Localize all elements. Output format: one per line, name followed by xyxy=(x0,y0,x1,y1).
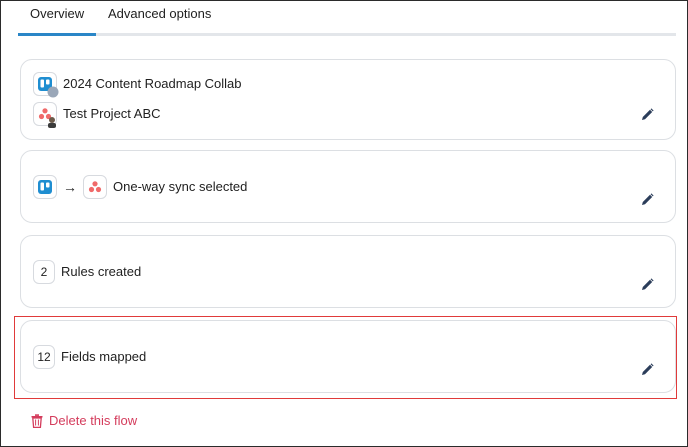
rules-row: 2 Rules created xyxy=(33,260,141,284)
pencil-icon xyxy=(641,192,654,205)
edit-sync-button[interactable] xyxy=(639,191,655,207)
trello-icon xyxy=(33,72,59,98)
pencil-icon xyxy=(641,107,654,120)
asana-icon xyxy=(83,175,107,199)
fields-card-highlight xyxy=(14,316,677,399)
source-project-row: 2024 Content Roadmap Collab xyxy=(33,72,242,98)
rules-label: Rules created xyxy=(61,264,142,279)
target-project-row: Test Project ABC xyxy=(33,102,161,128)
sync-card: → One-way sync selected xyxy=(20,150,676,223)
pencil-icon xyxy=(641,277,654,290)
projects-card: 2024 Content Roadmap Collab Test Project… xyxy=(20,59,676,140)
sync-row: → One-way sync selected xyxy=(33,175,247,199)
delete-flow-button[interactable]: Delete this flow xyxy=(31,413,137,428)
source-project-name: 2024 Content Roadmap Collab xyxy=(63,76,242,91)
arrow-right-icon: → xyxy=(63,179,77,195)
sync-direction-label: One-way sync selected xyxy=(113,179,248,194)
rules-count: 2 xyxy=(33,260,55,284)
trash-icon xyxy=(31,413,43,428)
active-tab-indicator xyxy=(18,33,96,36)
edit-rules-button[interactable] xyxy=(639,276,655,292)
avatar xyxy=(48,117,56,128)
edit-projects-button[interactable] xyxy=(639,106,655,122)
rules-card: 2 Rules created xyxy=(20,235,676,308)
tab-advanced-options[interactable]: Advanced options xyxy=(108,6,211,22)
avatar xyxy=(47,86,59,98)
delete-flow-label: Delete this flow xyxy=(49,413,138,428)
tab-overview[interactable]: Overview xyxy=(30,6,84,22)
asana-icon xyxy=(33,102,57,128)
tab-bar: Overview Advanced options xyxy=(18,0,676,36)
target-project-name: Test Project ABC xyxy=(63,106,161,121)
trello-icon xyxy=(33,175,57,199)
